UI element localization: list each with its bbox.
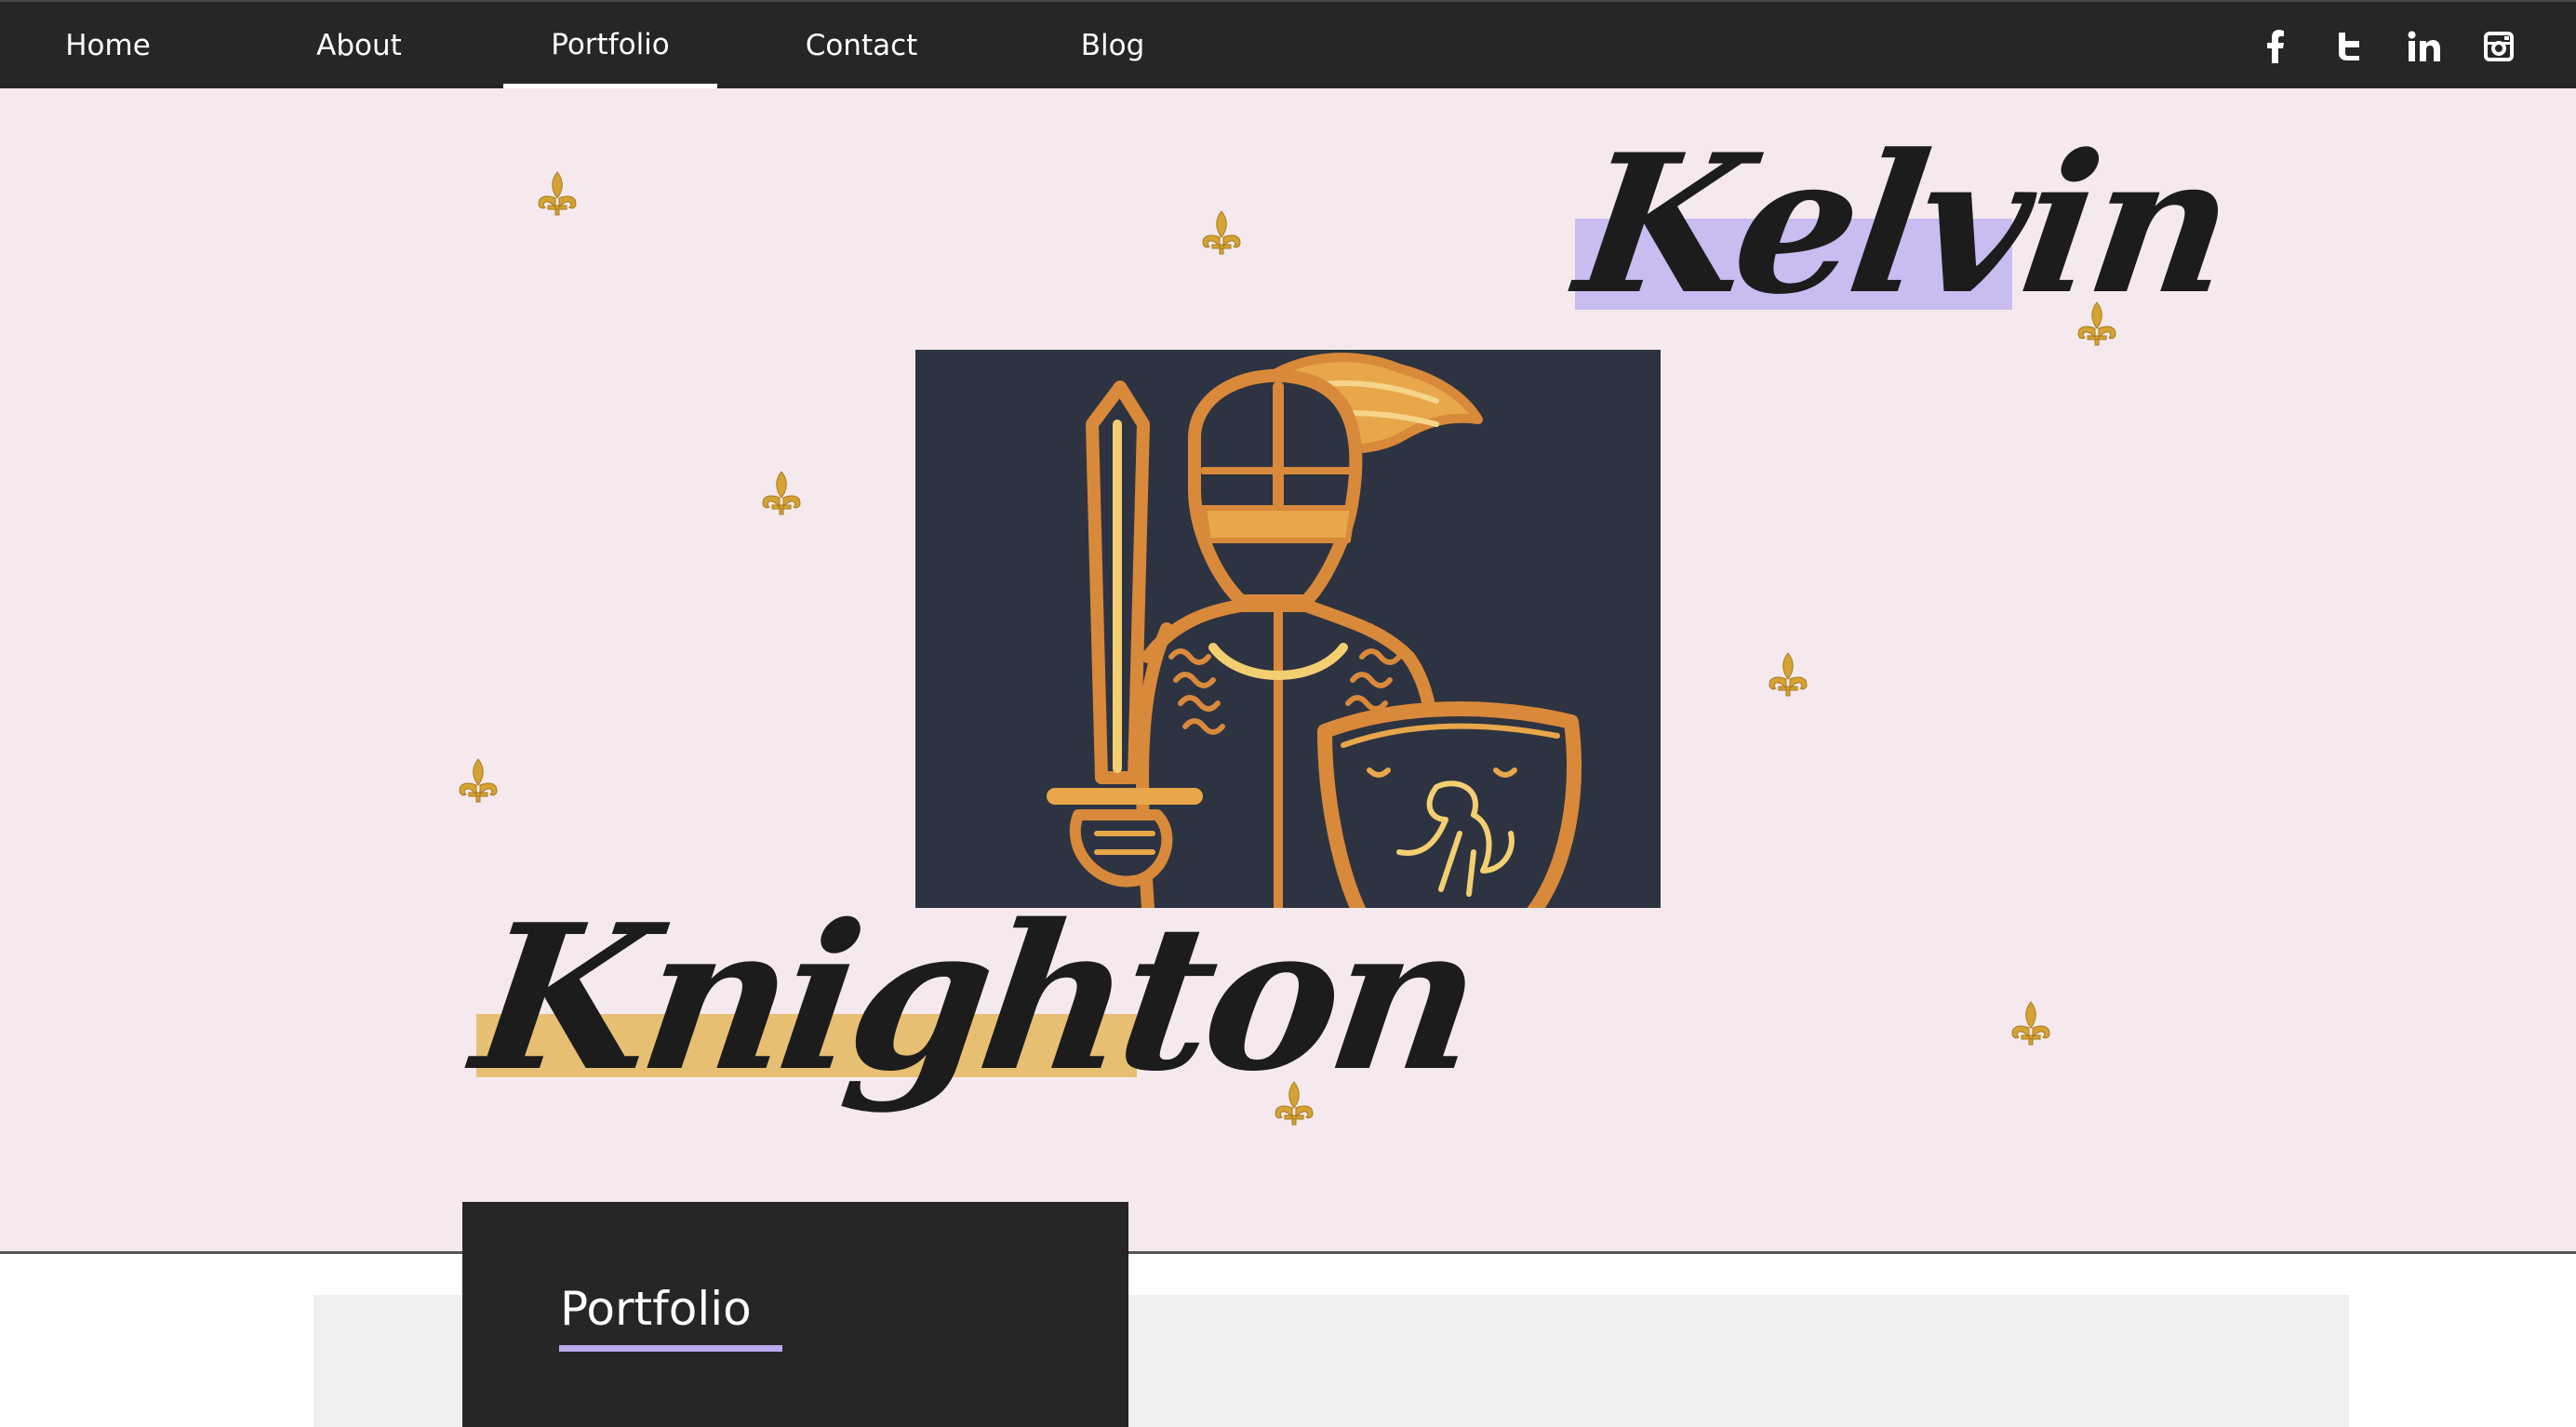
fleur-de-lis-icon xyxy=(459,758,498,803)
section-title: Portfolio xyxy=(560,1282,752,1336)
top-nav-bar: Home About Portfolio Contact Blog xyxy=(0,0,2576,88)
nav-about[interactable]: About xyxy=(288,2,430,88)
nav-contact[interactable]: Contact xyxy=(791,2,932,88)
fleur-de-lis-icon xyxy=(1275,1081,1314,1126)
fleur-de-lis-icon xyxy=(762,471,801,515)
first-name-heading: Kelvin xyxy=(1566,113,2241,337)
page: Home About Portfolio Contact Blog Kelvin… xyxy=(0,0,2576,1427)
section-title-underline xyxy=(559,1345,782,1352)
fleur-de-lis-icon xyxy=(538,171,577,216)
portfolio-section-header: Portfolio xyxy=(462,1202,1128,1427)
nav-home[interactable]: Home xyxy=(37,2,179,88)
hero-section: Kelvin Knighton xyxy=(0,88,2576,1254)
fleur-de-lis-icon xyxy=(2011,1001,2050,1046)
facebook-icon[interactable] xyxy=(2248,2,2303,90)
fleur-de-lis-icon xyxy=(1202,210,1241,255)
last-name-heading: Knighton xyxy=(462,880,1488,1115)
linkedin-icon[interactable] xyxy=(2396,2,2452,90)
knight-illustration xyxy=(915,350,1661,908)
fleur-de-lis-icon xyxy=(1768,652,1808,697)
instagram-icon[interactable] xyxy=(2471,2,2527,90)
twitter-icon[interactable] xyxy=(2322,2,2378,90)
nav-portfolio[interactable]: Portfolio xyxy=(503,2,717,88)
nav-blog[interactable]: Blog xyxy=(1042,2,1183,88)
fleur-de-lis-icon xyxy=(2077,301,2116,346)
